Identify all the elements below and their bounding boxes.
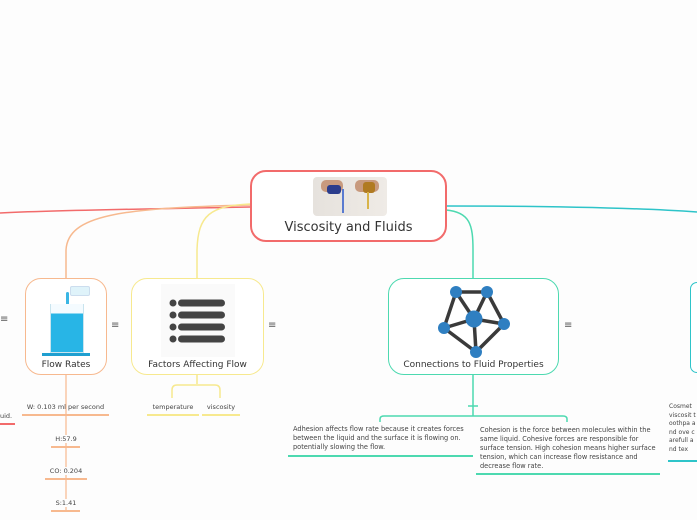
pouring-liquids-photo: [313, 177, 387, 216]
factor-temperature[interactable]: temperature: [148, 403, 198, 411]
underline: [202, 414, 240, 416]
connections-menu-icon[interactable]: ≡: [564, 321, 572, 331]
underline: [22, 414, 109, 416]
topic-connections-to-fluid-properties[interactable]: Connections to Fluid Properties: [388, 278, 559, 375]
factors-menu-icon[interactable]: ≡: [268, 321, 276, 331]
central-node[interactable]: Viscosity and Fluids: [250, 170, 447, 242]
topic-title: Flow Rates: [41, 360, 91, 370]
topic-title: Connections to Fluid Properties: [403, 360, 544, 370]
flow-rate-child[interactable]: CO: 0.204: [45, 467, 87, 475]
flow-rates-menu-icon[interactable]: ≡: [111, 321, 119, 331]
topic-title: Factors Affecting Flow: [148, 360, 247, 370]
flow-rate-child[interactable]: H:57.9: [51, 435, 81, 443]
beaker-photo: [42, 286, 90, 358]
left-partial-text: uid.: [0, 412, 13, 420]
underline: [51, 510, 80, 512]
flow-rate-child[interactable]: W: 0.103 ml per second: [22, 403, 109, 411]
cohesion-note[interactable]: Cohesion is the force between molecules …: [480, 426, 658, 471]
underline: [288, 455, 473, 457]
underline: [147, 414, 199, 416]
adhesion-note[interactable]: Adhesion affects flow rate because it cr…: [293, 425, 471, 452]
cosmetics-note[interactable]: Cosmet viscosit toothpa and ove carefull…: [669, 403, 697, 454]
flow-rate-child[interactable]: S:1.41: [51, 499, 81, 507]
underline: [51, 446, 80, 448]
topic-right-partial[interactable]: [690, 282, 697, 373]
topic-flow-rates[interactable]: Flow Rates: [25, 278, 107, 375]
underline: [668, 460, 697, 462]
factor-viscosity[interactable]: viscosity: [202, 403, 240, 411]
left-node-menu-icon[interactable]: ≡: [0, 315, 8, 325]
network-icon: [434, 282, 514, 360]
underline: [45, 478, 87, 480]
underline: [476, 473, 660, 475]
left-partial-underline: [0, 423, 15, 425]
topic-factors-affecting-flow[interactable]: Factors Affecting Flow: [131, 278, 264, 375]
central-title: Viscosity and Fluids: [284, 220, 413, 235]
list-icon: [161, 284, 235, 357]
